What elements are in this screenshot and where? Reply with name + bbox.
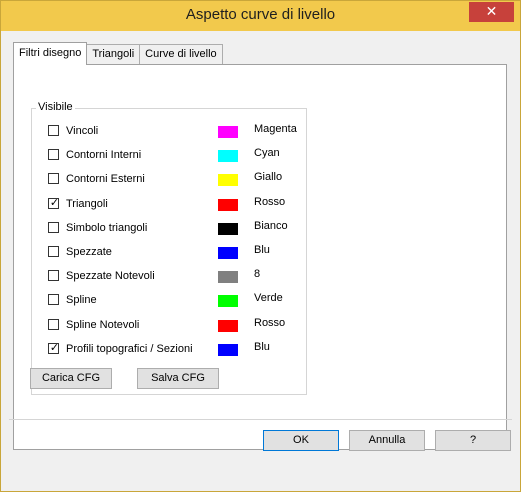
visibility-label[interactable]: Spline Notevoli [66,319,139,331]
cancel-button[interactable]: Annulla [349,430,425,451]
color-swatch[interactable] [218,271,238,284]
visibility-label[interactable]: Contorni Interni [66,149,141,161]
color-swatch[interactable] [218,343,238,356]
color-name: Magenta [254,123,297,135]
color-name: Giallo [254,171,283,184]
footer-separator [9,419,512,420]
window-title: Aspetto curve di livello [185,6,336,23]
visibility-checkbox[interactable] [48,246,59,257]
color-swatch[interactable] [218,295,238,308]
visibility-checkbox[interactable] [48,125,59,136]
color-swatch[interactable] [218,198,238,211]
tab-strip: Filtri disegno Triangoli Curve di livell… [13,42,223,65]
visibility-checkbox[interactable]: ✓ [48,341,60,354]
close-button[interactable]: ✕ [469,2,514,22]
color-name: Cyan [254,147,280,160]
dialog-window: Aspetto curve di livello ✕ Filtri disegn… [0,0,521,492]
visibility-label[interactable]: Vincoli [66,125,98,137]
visibility-row: Contorni Esterni Giallo [32,171,306,187]
color-swatch[interactable] [218,174,238,187]
color-swatch[interactable] [218,222,238,235]
group-label: Visibile [36,101,75,113]
visibility-row: Spline Verde [32,292,306,308]
color-swatch[interactable] [218,319,238,332]
visibility-label[interactable]: Spezzate [66,246,112,258]
checkmark-icon: ✓ [49,341,60,354]
visibility-label[interactable]: Profili topografici / Sezioni [66,343,193,355]
visibility-row: ✓ Profili topografici / Sezioni Blu [32,341,306,357]
dialog-client: Filtri disegno Triangoli Curve di livell… [9,31,512,485]
visibility-row: Spezzate Notevoli 8 [32,268,306,284]
visibility-row: Vincoli Magenta [32,123,306,139]
visibility-label[interactable]: Triangoli [66,198,108,210]
close-icon: ✕ [485,3,498,19]
visibility-label[interactable]: Contorni Esterni [66,173,145,185]
checkmark-icon: ✓ [49,196,60,209]
visibility-checkbox[interactable] [48,173,59,185]
visibility-checkbox[interactable]: ✓ [48,196,60,209]
visibility-row: Simbolo triangoli Bianco [32,220,306,236]
visibility-checkbox[interactable] [48,221,59,233]
tab-panel: Visibile Vincoli Magenta Contorni Interni C… [13,64,507,450]
title-bar[interactable]: Aspetto curve di livello ✕ [1,1,520,31]
color-name: Blu [254,340,270,353]
ok-button[interactable]: OK [263,430,339,451]
visibility-label[interactable]: Simbolo triangoli [66,222,147,234]
color-swatch[interactable] [218,126,238,138]
visibility-checkbox[interactable] [48,294,59,306]
visibile-groupbox: Visibile Vincoli Magenta Contorni Interni C… [31,101,307,395]
visibility-label[interactable]: Spezzate Notevoli [66,270,155,282]
save-cfg-button[interactable]: Salva CFG [137,368,219,389]
load-cfg-button[interactable]: Carica CFG [30,368,112,389]
color-name: Bianco [254,219,288,232]
tab-filtri-disegno[interactable]: Filtri disegno [13,42,88,65]
visibility-row: Spezzate Blu [32,244,306,260]
color-swatch[interactable] [218,247,238,259]
color-name: Rosso [254,316,286,329]
visibility-row: ✓ Triangoli Rosso [32,196,306,212]
color-name: Rosso [254,195,286,208]
visibility-checkbox[interactable] [48,318,59,330]
color-swatch[interactable] [218,150,238,163]
tab-curve-di-livello[interactable]: Curve di livello [139,44,223,64]
help-button[interactable]: ? [435,430,511,451]
color-name: Verde [254,292,283,305]
color-name: 8 [254,268,261,281]
visibility-row: Spline Notevoli Rosso [32,317,306,333]
color-name: Blu [254,244,270,256]
visibility-checkbox[interactable] [48,149,59,161]
tab-triangoli[interactable]: Triangoli [86,44,141,64]
visibility-checkbox[interactable] [48,270,59,282]
visibility-label[interactable]: Spline [66,294,97,306]
visibility-row: Contorni Interni Cyan [32,147,306,163]
